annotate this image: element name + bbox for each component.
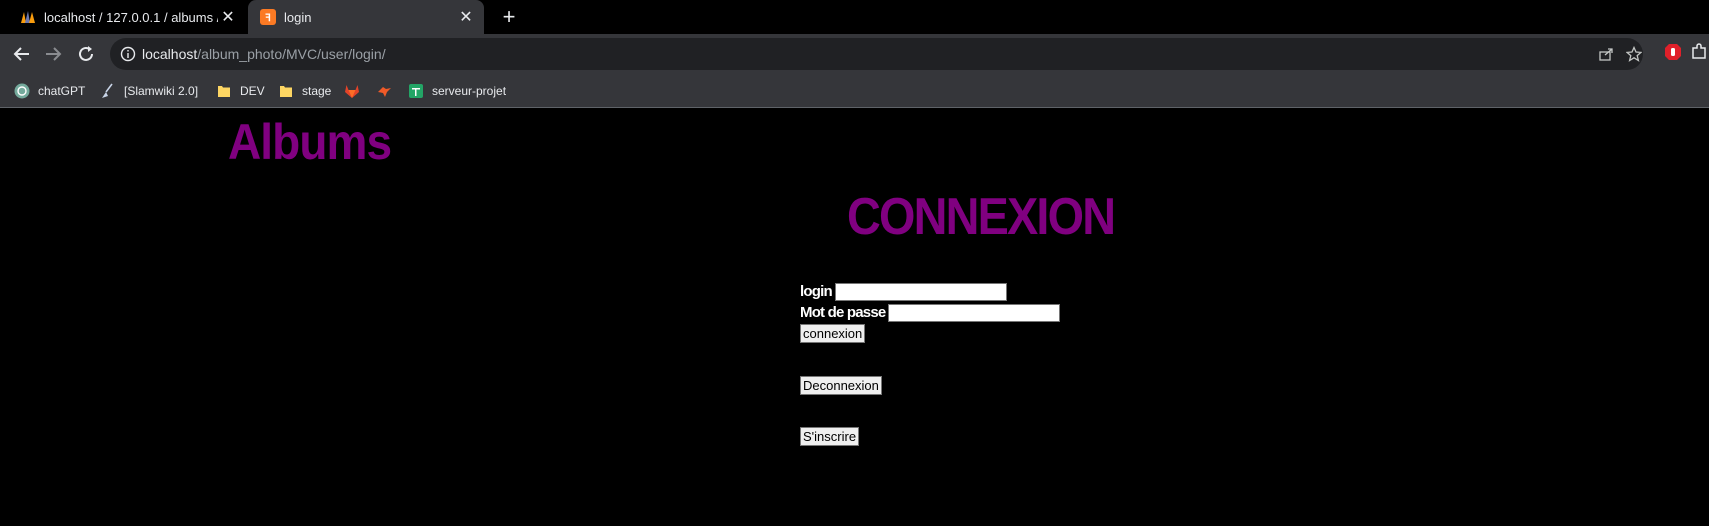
close-tab-icon[interactable]: ✕ [456,7,476,27]
bookmark-label: [Slamwiki 2.0] [124,84,199,98]
password-row: Mot de passe [800,302,1061,323]
extensions-icon[interactable] [1690,43,1708,61]
logout-button[interactable]: Deconnexion [800,376,882,395]
folder-icon [278,83,294,99]
xampp-icon: ꟻ [260,9,276,25]
register-wrap: S'inscrire [800,427,860,446]
svg-text:ꟻ: ꟻ [265,13,271,24]
reload-icon[interactable] [74,42,98,66]
url-host: localhost [142,46,198,62]
page-viewport: Albums CONNEXION login Mot de passe conn… [0,109,1709,526]
broom-icon [100,83,116,99]
password-label: Mot de passe [800,304,886,321]
sheets-icon [408,83,424,99]
logout-wrap: Deconnexion [800,376,882,395]
url-path: /album_photo/MVC/user/login/ [197,46,386,62]
login-input[interactable] [834,282,1007,301]
bookmark-folder-stage[interactable]: stage [278,81,331,101]
login-form: login Mot de passe connexion [800,281,1061,344]
submit-row: connexion [800,323,1060,344]
new-tab-button[interactable]: + [498,4,520,29]
page-heading: CONNEXION [847,188,1116,246]
bookmark-chatgpt[interactable]: chatGPT [14,81,85,101]
bookmark-bird[interactable] [376,81,400,101]
bookmark-label: serveur-projet [432,84,507,98]
tab-strip: localhost / 127.0.0.1 / albums / u ✕ ꟻ l… [0,0,1709,34]
folder-icon [216,83,232,99]
forward-icon[interactable] [41,42,65,66]
gitlab-icon [344,83,360,99]
share-icon[interactable] [1598,46,1614,62]
site-title: Albums [228,114,392,170]
bookmark-label: chatGPT [38,84,86,98]
bookmarks-bar: chatGPT [Slamwiki 2.0] DEV stage serveur… [0,74,1709,108]
bookmark-slamwiki[interactable]: [Slamwiki 2.0] [100,81,198,101]
bookmark-label: stage [302,84,332,98]
tab-title: login [284,9,312,25]
bookmark-label: DEV [240,84,265,98]
login-row: login [800,281,1060,302]
bookmark-serveur-projet[interactable]: serveur-projet [408,81,506,101]
password-input[interactable] [888,303,1061,322]
bookmark-gitlab[interactable] [344,81,368,101]
address-bar[interactable]: localhost/album_photo/MVC/user/login/ [110,38,1643,70]
url-text[interactable]: localhost/album_photo/MVC/user/login/ [142,46,386,62]
tab-login[interactable]: ꟻ login ✕ [248,0,484,34]
bird-icon [376,83,392,99]
bookmark-folder-dev[interactable]: DEV [216,81,265,101]
openai-icon [14,83,30,99]
close-tab-icon[interactable]: ✕ [218,7,238,27]
site-info-icon[interactable] [120,46,136,62]
connexion-button[interactable]: connexion [800,324,866,343]
toolbar: localhost/album_photo/MVC/user/login/ [0,34,1709,74]
login-label: login [800,283,833,300]
back-icon[interactable] [10,42,34,66]
tab-title: localhost / 127.0.0.1 / albums / u [44,9,218,25]
bookmark-star-icon[interactable] [1625,45,1643,62]
register-button[interactable]: S'inscrire [800,427,860,446]
phpmyadmin-icon [20,9,36,25]
adblock-icon[interactable] [1664,43,1682,61]
tab-phpmyadmin[interactable]: localhost / 127.0.0.1 / albums / u ✕ [8,0,246,34]
